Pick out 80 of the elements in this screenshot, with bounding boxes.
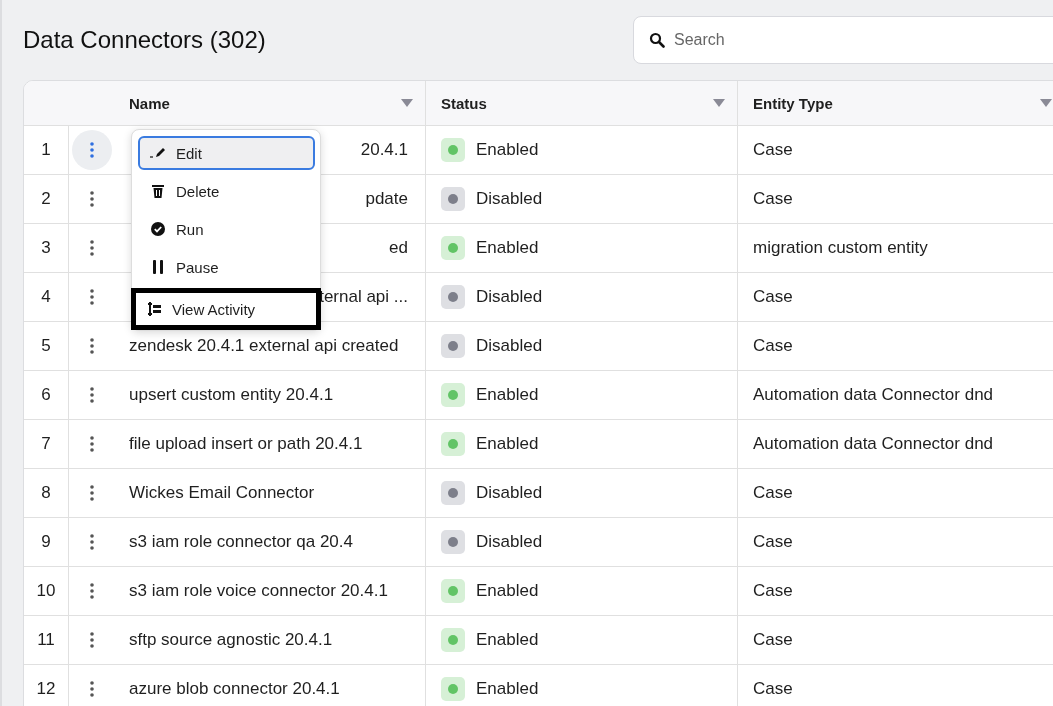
table-cell: upsert custom entity 20.4.1 [129,385,334,405]
column-header[interactable]: Name [129,94,170,112]
more-icon [89,583,94,599]
table-cell: Automation data Connector dnd [753,434,994,454]
table-cell: Case [753,581,793,601]
more-icon [89,142,94,158]
table-cell: file upload insert or path 20.4.1 [129,434,363,454]
page-title: Data Connectors (302) [23,26,266,54]
table-cell: Case [753,287,793,307]
table-cell: migration custom entity [753,238,928,258]
row-number: 1 [41,140,51,160]
search-field[interactable]: Search [633,16,1053,64]
activity-icon [146,302,162,316]
sort-icon[interactable] [401,99,413,107]
table-cell: s3 iam role voice connector 20.4.1 [129,581,388,601]
status-text: Disabled [476,189,543,209]
table-cell: Case [753,532,793,552]
more-icon [89,289,94,305]
table-cell: ternal api ... [319,287,408,307]
table-cell: Case [753,189,793,209]
table-cell: azure blob connector 20.4.1 [129,679,340,699]
table-cell: Wickes Email Connector [129,483,315,503]
row-number: 9 [41,532,51,552]
table-cell: Case [753,679,793,699]
menu-item[interactable]: Run [138,212,315,246]
more-icon [89,485,94,501]
table-cell: Automation data Connector dnd [753,385,994,405]
column-header[interactable]: Entity Type [753,94,833,112]
row-number: 3 [41,238,51,258]
row-number: 4 [41,287,51,307]
check-circle-icon [150,222,166,236]
status-text: Enabled [476,140,539,160]
sort-icon[interactable] [713,99,725,107]
menu-item[interactable]: Edit [138,136,315,170]
pause-icon [150,260,166,274]
row-number: 12 [36,679,56,699]
more-icon [89,387,94,403]
row-number: 8 [41,483,51,503]
search-icon [649,32,665,48]
table-cell: sftp source agnostic 20.4.1 [129,630,333,650]
status-text: Disabled [476,287,543,307]
row-number: 7 [41,434,51,454]
more-icon [89,632,94,648]
status-text: Enabled [476,581,539,601]
more-icon [89,681,94,697]
status-text: Disabled [476,483,543,503]
menu-item[interactable]: View Activity [131,288,321,330]
status-text: Enabled [476,630,539,650]
menu-item[interactable]: Delete [138,174,315,208]
status-text: Disabled [476,532,543,552]
column-header[interactable]: Status [441,94,487,112]
more-button[interactable] [71,130,112,170]
table-cell: Case [753,483,793,503]
sort-icon[interactable] [1040,99,1052,107]
row-number: 5 [41,336,51,356]
table-cell: s3 iam role connector qa 20.4 [129,532,353,552]
more-icon [89,436,94,452]
more-icon [89,191,94,207]
status-text: Enabled [476,434,539,454]
table-cell: zendesk 20.4.1 external api created [129,336,399,356]
table-cell: Case [753,630,793,650]
status-text: Enabled [476,385,539,405]
more-icon [89,338,94,354]
row-number: 11 [37,630,55,650]
status-text: Enabled [476,238,539,258]
row-number: 6 [41,385,51,405]
row-number: 2 [41,189,51,209]
more-icon [89,534,94,550]
status-text: Enabled [476,679,539,699]
table-cell: 20.4.1 [360,140,408,160]
table-cell: Case [753,336,793,356]
row-number: 10 [36,581,56,601]
status-text: Disabled [476,336,543,356]
table-cell: ed [389,238,408,258]
table-cell: pdate [365,189,408,209]
table-cell: Case [753,140,793,160]
menu-item[interactable]: Pause [138,250,315,284]
trash-icon [150,184,166,198]
more-icon [89,240,94,256]
pencil-icon [150,146,166,160]
